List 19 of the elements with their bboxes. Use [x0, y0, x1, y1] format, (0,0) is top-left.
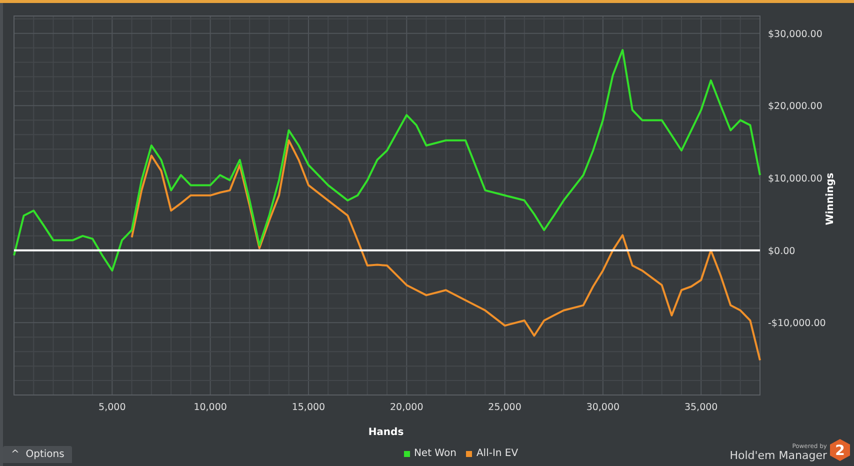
legend-label: All-In EV: [476, 447, 518, 461]
axis-tick-label: -$10,000.00: [768, 318, 826, 330]
product-name: Hold'em Manager: [730, 450, 827, 461]
axis-tick-label: 30,000: [586, 402, 620, 413]
legend-label: Net Won: [414, 447, 456, 461]
axis-tick-label: 15,000: [292, 402, 326, 413]
axis-tick-label: 25,000: [488, 402, 522, 413]
axis-tick-label: $30,000.00: [768, 28, 822, 40]
axis-tick-label: $0.00: [768, 246, 796, 257]
options-button[interactable]: ^ Options: [3, 446, 72, 463]
axis-tick-label: $10,000.00: [768, 174, 822, 185]
logo-icon: 2: [830, 439, 850, 461]
axis-tick-label: 10,000: [194, 402, 227, 413]
axis-tick-label: $20,000.00: [768, 101, 822, 112]
axis-tick-label: 20,000: [390, 402, 424, 413]
axis-title: Winnings: [825, 172, 836, 226]
axis-title: Hands: [368, 427, 404, 437]
axis-tick-label: 5,000: [98, 402, 126, 413]
axis-tick-label: 35,000: [684, 402, 718, 413]
